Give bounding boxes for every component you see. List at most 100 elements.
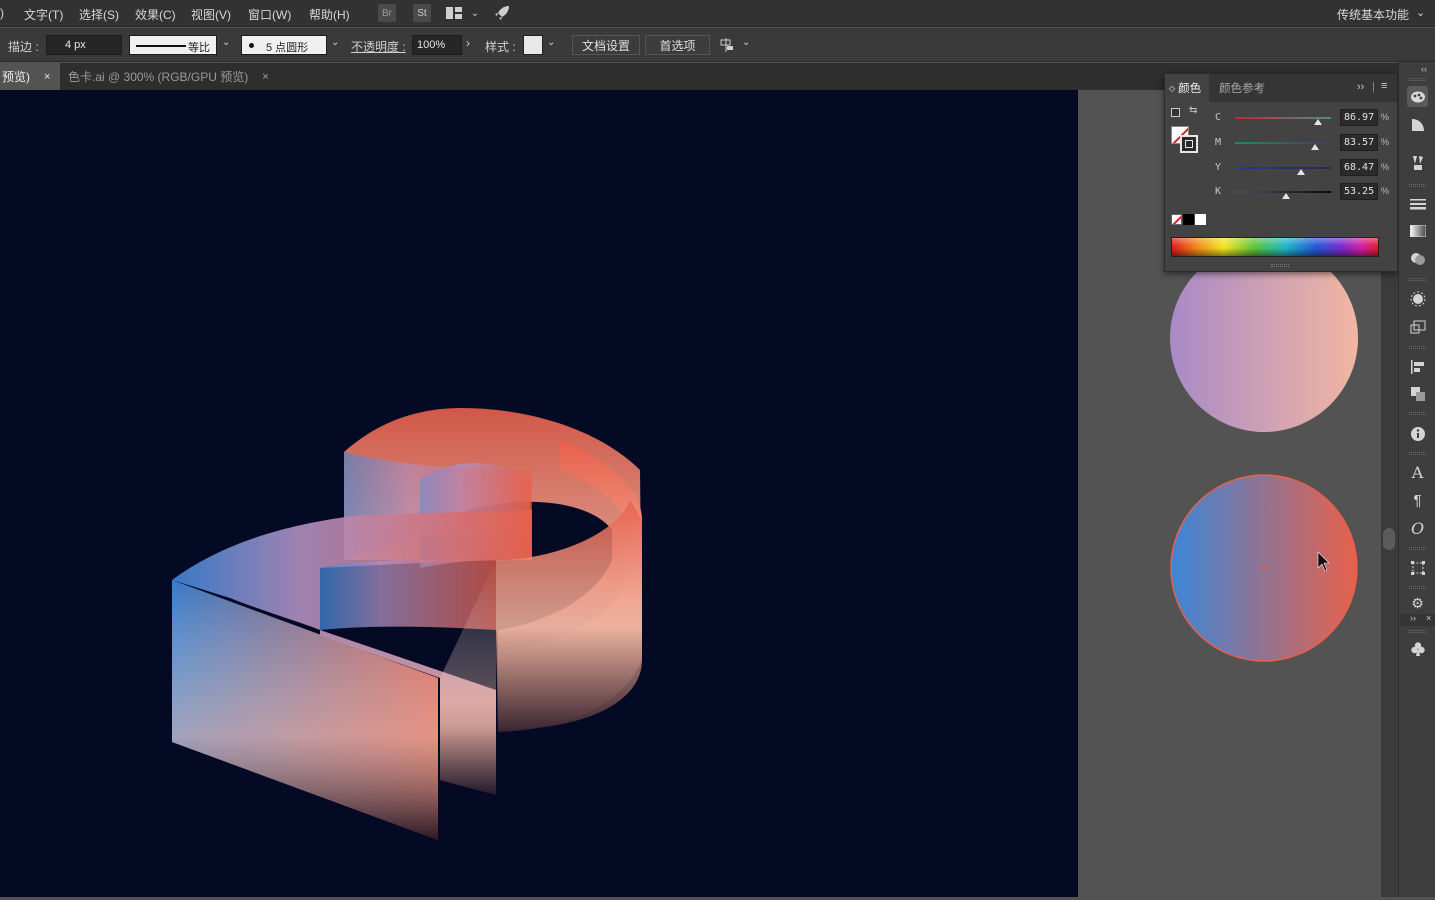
gradient-panel-icon[interactable] [1407,220,1428,241]
dock-grip[interactable] [1409,184,1426,187]
black-swatch[interactable] [1183,214,1194,225]
stroke-panel-icon[interactable] [1407,193,1428,214]
bridge-icon[interactable]: Br [378,4,396,22]
tab-color-card[interactable]: 色卡.ai @ 300% (RGB/GPU 预览) × [60,63,282,90]
appearance-icon[interactable] [1407,288,1428,309]
style-dropdown-icon[interactable]: ⌄ [547,37,555,48]
dock-grip[interactable] [1409,452,1426,455]
slider-value-input[interactable]: 53.25 [1340,183,1378,200]
percent-label: % [1381,186,1390,196]
info-icon[interactable] [1407,423,1428,444]
character-panel-icon[interactable]: A [1407,462,1428,483]
chevron-down-icon[interactable]: ⌄ [466,4,484,22]
align-panel-icon[interactable] [1407,356,1428,377]
resize-grip-icon[interactable] [1271,264,1289,267]
collapse-icon[interactable]: ◇ [1169,84,1175,93]
profile-dropdown-icon[interactable]: ⌄ [222,37,230,48]
menu-help[interactable]: 帮助(H) [309,6,350,23]
panel-menu-icon[interactable]: ≡ [1381,80,1387,92]
artboard-canvas[interactable] [0,90,1078,897]
align-dropdown-icon[interactable]: ⌄ [742,37,750,48]
tab-color-guide-label: 颜色参考 [1219,83,1265,95]
slider-knob[interactable] [1314,119,1323,125]
document-setup-button[interactable]: 文档设置 [572,35,640,55]
swatch-circle-blue-red[interactable] [1170,474,1358,662]
tab-color[interactable]: ◇ 颜色 [1165,74,1209,102]
variable-width-profile[interactable]: 等比 [129,35,217,55]
dock-grip[interactable] [1409,586,1426,589]
style-label: 样式 : [485,40,516,54]
menu-text[interactable]: 文字(T) [24,6,63,23]
menu-fragment[interactable]: ) [0,6,4,20]
slider-knob[interactable] [1296,169,1305,175]
slider-value-input[interactable]: 68.47 [1340,159,1378,176]
brush-dropdown-icon[interactable]: ⌄ [331,37,339,48]
collapse-dock-icon[interactable]: ‹‹ [1421,64,1427,74]
percent-label: % [1381,162,1390,172]
rocket-icon[interactable] [493,4,511,22]
slider-track[interactable] [1235,167,1331,169]
gear-icon[interactable]: ⚙ [1407,596,1428,610]
menu-view[interactable]: 视图(V) [191,6,231,23]
brush-definition[interactable]: 5 点圆形 [241,35,327,55]
menu-window[interactable]: 窗口(W) [248,6,291,23]
arrange-documents-icon[interactable] [445,4,463,22]
white-swatch[interactable] [1195,214,1206,225]
ribbon-two-artwork[interactable] [0,90,1078,897]
tab-color-guide[interactable]: 颜色参考 [1219,74,1265,102]
panel-dock: ‹‹ A ¶ O ⚙ ›› × [1398,62,1435,897]
dock-grip[interactable] [1409,78,1426,81]
close-icon[interactable]: × [44,71,50,83]
dock-grip[interactable] [1409,630,1426,633]
color-guide-icon[interactable] [1407,114,1428,135]
transform-panel-icon[interactable] [1407,557,1428,578]
paragraph-panel-icon[interactable]: ¶ [1407,490,1428,511]
preferences-label: 首选项 [659,38,696,53]
workspace-chevron-icon[interactable]: ⌄ [1416,6,1425,19]
none-swatch[interactable] [1171,214,1182,225]
expand-icon[interactable]: ›› [1410,613,1416,623]
slider-label: M [1215,137,1222,148]
color-spectrum[interactable] [1171,237,1379,257]
graphic-style-swatch[interactable] [523,35,543,55]
preferences-button[interactable]: 首选项 [645,35,710,55]
pathfinder-icon[interactable] [1407,383,1428,404]
dock-subheader: ›› × [1400,613,1435,626]
stroke-swatch[interactable] [1180,135,1198,153]
dock-grip[interactable] [1409,412,1426,415]
tab-preview[interactable]: 预览) × [0,63,60,90]
opentype-panel-icon[interactable]: O [1407,518,1428,539]
symbols-icon[interactable] [1407,316,1428,337]
swap-fill-stroke-icon[interactable]: ⇆ [1189,105,1197,116]
opacity-expand-icon[interactable]: › [466,36,470,50]
stroke-label[interactable]: 描边 : [8,38,39,55]
slider-row-k: K 53.25% [1215,182,1395,202]
double-chevron-icon[interactable]: ›› [1357,81,1364,93]
slider-value-input[interactable]: 86.97 [1340,109,1378,126]
dock-grip[interactable] [1409,346,1426,349]
default-colors-icon[interactable] [1171,108,1180,117]
dock-grip[interactable] [1409,278,1426,281]
stock-icon[interactable]: St [413,4,431,22]
brushes-icon[interactable] [1407,152,1428,173]
slider-knob[interactable] [1282,193,1291,199]
stroke-weight-input[interactable]: 4 px [46,35,122,55]
transparency-panel-icon[interactable] [1407,248,1428,269]
opacity-input[interactable]: 100% [412,35,462,55]
color-panel-icon[interactable] [1407,86,1428,107]
slider-knob[interactable] [1311,144,1320,150]
menu-select[interactable]: 选择(S) [79,6,119,23]
club-symbol-icon[interactable] [1407,638,1428,659]
swatch-circle-pink[interactable] [1170,244,1358,432]
vertical-scroll-thumb[interactable] [1383,528,1395,550]
close-icon[interactable]: × [262,71,268,83]
close-icon[interactable]: × [1426,613,1431,623]
stroke-weight-value: 4 px [65,39,86,51]
workspace-switcher[interactable]: 传统基本功能 [1337,6,1409,23]
menu-effect[interactable]: 效果(C) [135,6,176,23]
opacity-label[interactable]: 不透明度 : [351,38,406,55]
slider-label: C [1215,112,1222,123]
slider-value-input[interactable]: 83.57 [1340,134,1378,151]
align-to-icon[interactable] [719,36,737,54]
dock-grip[interactable] [1409,547,1426,550]
